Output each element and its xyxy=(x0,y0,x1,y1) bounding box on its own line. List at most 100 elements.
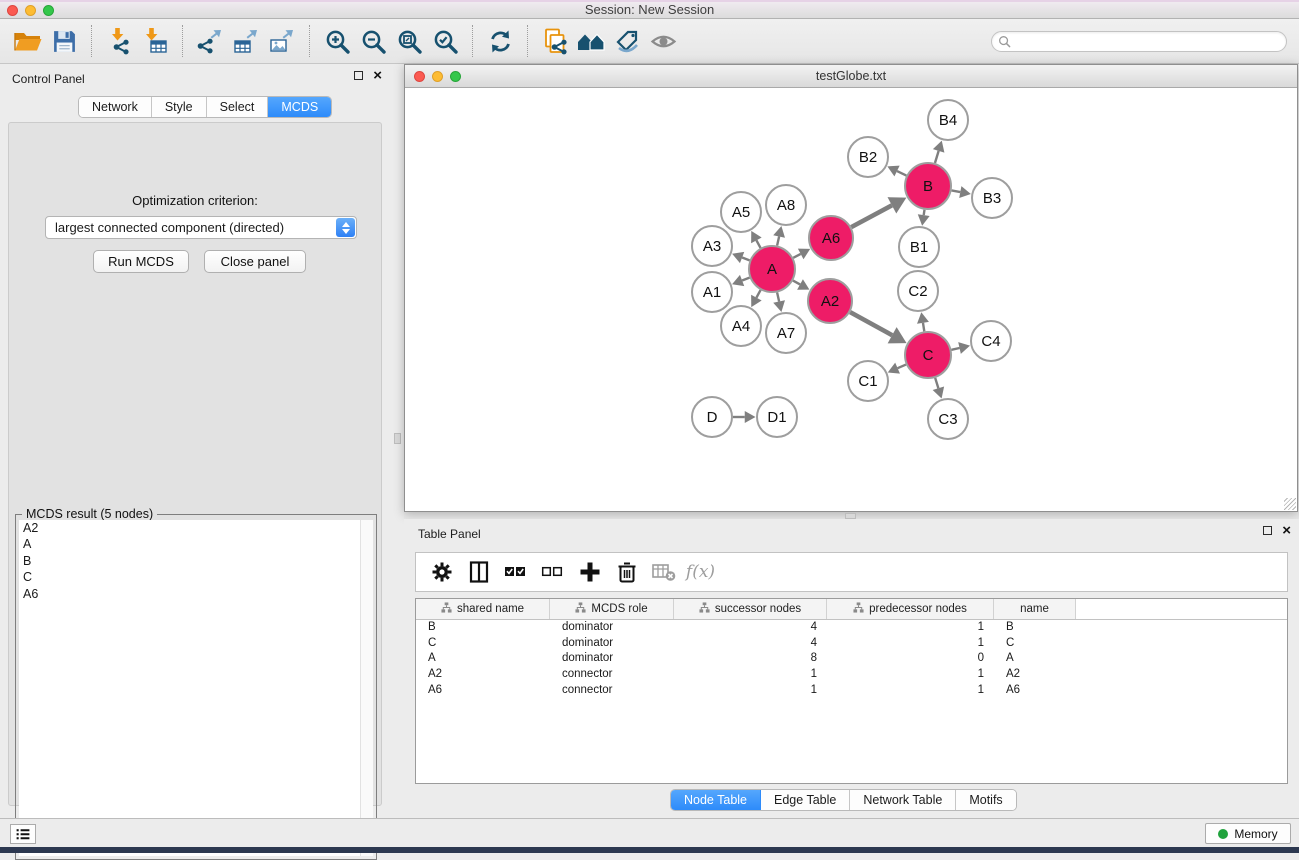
close-table-panel-icon[interactable]: × xyxy=(1282,526,1291,535)
tab-motifs[interactable]: Motifs xyxy=(956,790,1015,810)
table-cell[interactable]: C xyxy=(416,636,550,652)
export-table-button[interactable] xyxy=(228,23,264,59)
table-settings-button[interactable] xyxy=(426,557,457,587)
table-cell[interactable]: 1 xyxy=(827,683,994,699)
graph-node-A5[interactable]: A5 xyxy=(721,192,761,232)
column-header-name[interactable]: name xyxy=(994,599,1076,619)
tab-network[interactable]: Network xyxy=(79,97,152,117)
tab-select[interactable]: Select xyxy=(207,97,269,117)
memory-button[interactable]: Memory xyxy=(1205,823,1291,844)
table-cell[interactable]: connector xyxy=(550,683,674,699)
graph-node-C2[interactable]: C2 xyxy=(898,271,938,311)
graph-node-A6[interactable]: A6 xyxy=(809,216,853,260)
graph-node-A8[interactable]: A8 xyxy=(766,185,806,225)
table-cell[interactable]: A6 xyxy=(416,683,550,699)
show-graphics-details-button[interactable] xyxy=(645,23,681,59)
table-cell[interactable]: A2 xyxy=(994,667,1076,683)
zoom-selected-button[interactable] xyxy=(427,23,463,59)
graph-node-C[interactable]: C xyxy=(905,332,951,378)
float-table-panel-icon[interactable] xyxy=(1263,526,1272,535)
mcds-result-list[interactable]: A2ABCA6 xyxy=(19,520,373,856)
table-cell[interactable]: A6 xyxy=(994,683,1076,699)
graph-node-A1[interactable]: A1 xyxy=(692,272,732,312)
export-image-button[interactable] xyxy=(264,23,300,59)
graph-node-A3[interactable]: A3 xyxy=(692,226,732,266)
table-cell[interactable]: 4 xyxy=(674,620,827,636)
table-cell[interactable]: 1 xyxy=(827,620,994,636)
mcds-result-item[interactable]: A2 xyxy=(19,520,373,536)
table-row[interactable]: Cdominator41C xyxy=(416,636,1287,652)
add-column-button[interactable] xyxy=(574,557,605,587)
graph-node-C1[interactable]: C1 xyxy=(848,361,888,401)
tab-node-table[interactable]: Node Table xyxy=(671,790,761,810)
graph-node-A4[interactable]: A4 xyxy=(721,306,761,346)
table-cell[interactable]: dominator xyxy=(550,636,674,652)
graph-node-B3[interactable]: B3 xyxy=(972,178,1012,218)
tab-edge-table[interactable]: Edge Table xyxy=(761,790,850,810)
save-session-button[interactable] xyxy=(46,23,82,59)
column-header-shared-name[interactable]: shared name xyxy=(416,599,550,619)
select-all-columns-button[interactable] xyxy=(500,557,531,587)
run-mcds-button[interactable]: Run MCDS xyxy=(93,250,189,273)
graph-node-B4[interactable]: B4 xyxy=(928,100,968,140)
table-cell[interactable]: A xyxy=(994,651,1076,667)
column-header-MCDS-role[interactable]: MCDS role xyxy=(550,599,674,619)
mcds-result-item[interactable]: C xyxy=(19,569,373,585)
mcds-result-item[interactable]: B xyxy=(19,553,373,569)
table-cell[interactable]: 4 xyxy=(674,636,827,652)
table-cell[interactable]: connector xyxy=(550,667,674,683)
search-input[interactable] xyxy=(991,31,1287,52)
graph-node-B[interactable]: B xyxy=(905,163,951,209)
graph-node-A7[interactable]: A7 xyxy=(766,313,806,353)
table-row[interactable]: Bdominator41B xyxy=(416,620,1287,636)
vertical-splitter-handle[interactable] xyxy=(394,433,401,444)
delete-column-button[interactable] xyxy=(611,557,642,587)
table-cell[interactable]: dominator xyxy=(550,620,674,636)
table-cell[interactable]: 1 xyxy=(827,636,994,652)
table-cell[interactable]: dominator xyxy=(550,651,674,667)
mcds-result-item[interactable]: A xyxy=(19,536,373,552)
graph-node-C3[interactable]: C3 xyxy=(928,399,968,439)
graph-node-D1[interactable]: D1 xyxy=(757,397,797,437)
zoom-out-button[interactable] xyxy=(355,23,391,59)
mcds-result-item[interactable]: A6 xyxy=(19,586,373,602)
table-row[interactable]: A6connector11A6 xyxy=(416,683,1287,699)
column-header-successor-nodes[interactable]: successor nodes xyxy=(674,599,827,619)
zoom-in-button[interactable] xyxy=(319,23,355,59)
float-panel-icon[interactable] xyxy=(354,71,363,80)
graph-node-D[interactable]: D xyxy=(692,397,732,437)
clone-network-button[interactable] xyxy=(537,23,573,59)
import-network-button[interactable] xyxy=(101,23,137,59)
table-cell[interactable]: 1 xyxy=(674,667,827,683)
table-cell[interactable]: A2 xyxy=(416,667,550,683)
tab-network-table[interactable]: Network Table xyxy=(850,790,956,810)
import-table-button[interactable] xyxy=(137,23,173,59)
refresh-button[interactable] xyxy=(482,23,518,59)
hide-labels-button[interactable] xyxy=(609,23,645,59)
window-resize-grip[interactable] xyxy=(1284,498,1296,510)
show-columns-button[interactable] xyxy=(463,557,494,587)
table-cell[interactable]: 0 xyxy=(827,651,994,667)
table-cell[interactable]: B xyxy=(416,620,550,636)
optimization-criterion-select[interactable]: largest connected component (directed) xyxy=(45,216,357,239)
unselect-all-columns-button[interactable] xyxy=(537,557,568,587)
home-button[interactable] xyxy=(573,23,609,59)
table-cell[interactable]: 1 xyxy=(674,683,827,699)
table-cell[interactable]: 8 xyxy=(674,651,827,667)
column-header-predecessor-nodes[interactable]: predecessor nodes xyxy=(827,599,994,619)
close-panel-icon[interactable]: × xyxy=(373,71,382,80)
table-cell[interactable]: B xyxy=(994,620,1076,636)
network-canvas[interactable]: AA1A2A3A4A5A6A7A8BB1B2B3B4CC1C2C3C4DD1 xyxy=(405,88,1297,511)
table-row[interactable]: Adominator80A xyxy=(416,651,1287,667)
task-history-button[interactable] xyxy=(10,824,36,844)
zoom-fit-button[interactable] xyxy=(391,23,427,59)
table-cell[interactable]: C xyxy=(994,636,1076,652)
table-cell[interactable]: A xyxy=(416,651,550,667)
tab-style[interactable]: Style xyxy=(152,97,207,117)
tab-mcds[interactable]: MCDS xyxy=(268,97,331,117)
close-panel-button[interactable]: Close panel xyxy=(204,250,306,273)
table-row[interactable]: A2connector11A2 xyxy=(416,667,1287,683)
graph-node-A[interactable]: A xyxy=(749,246,795,292)
graph-node-B2[interactable]: B2 xyxy=(848,137,888,177)
open-session-button[interactable] xyxy=(10,23,46,59)
